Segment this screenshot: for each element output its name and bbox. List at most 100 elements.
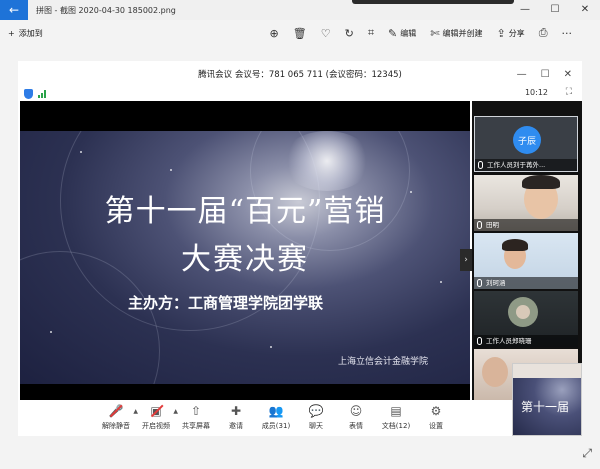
print-icon[interactable]: ⎙ (539, 26, 548, 40)
slide: 第十一届“百元”营销 大赛决赛 主办方：工商管理学院团学联 上海立信会计金融学院 (20, 131, 470, 384)
shield-icon (24, 89, 33, 99)
star (170, 169, 172, 171)
chat-icon: 💬 (308, 404, 324, 418)
chevron-right-icon: › (464, 255, 468, 265)
members-button[interactable]: 👥 成员(31) (256, 403, 296, 431)
document-icon: ▤ (390, 404, 402, 418)
signal-icon (38, 90, 46, 98)
mute-button[interactable]: 🎤 解除静音 ▲ (96, 403, 138, 431)
collapse-participants-button[interactable]: › (460, 249, 472, 271)
add-to-button[interactable]: + 添加到 (8, 28, 43, 39)
pip-header (513, 364, 581, 378)
plus-icon: + (8, 28, 15, 38)
share-screen-label: 共享屏幕 (182, 422, 210, 430)
maximize-button[interactable]: ☐ (540, 0, 570, 20)
participant-video (482, 357, 508, 387)
participant-list: 子辰 工作人员刘于苒外... 田明 刘珂涵 工作人员郑晓珊 (472, 101, 582, 400)
image-frame: 腾讯会议 会议号：781 065 711 (会议密码：12345) — ☐ ✕ … (18, 61, 582, 436)
participant-hair (502, 239, 528, 251)
participant-name: 田明 (486, 221, 499, 229)
meeting-maximize-icon[interactable]: ☐ (541, 69, 550, 80)
mic-icon (478, 161, 483, 169)
participant-tile[interactable]: 工作人员郑晓珊 (474, 291, 578, 347)
reaction-button[interactable]: ☺ 表情 (336, 403, 376, 431)
back-arrow-icon: ← (8, 3, 20, 17)
star (80, 151, 82, 153)
more-icon[interactable]: ··· (562, 27, 573, 40)
expand-icon[interactable]: ⤢ (582, 446, 592, 461)
meeting-toolbar: 🎤 解除静音 ▲ ▣ 开启视频 ▲ ⇧ 共享屏幕 ✚ 邀请 👥 成员(31) 💬… (18, 400, 582, 436)
star (50, 331, 52, 333)
fullscreen-icon[interactable]: ⛶ (566, 87, 572, 97)
chat-button[interactable]: 💬 聊天 (296, 403, 336, 431)
mic-icon (477, 221, 482, 229)
invite-button[interactable]: ✚ 邀请 (216, 403, 256, 431)
smile-icon: ☺ (349, 404, 363, 418)
slide-organizer: 主办方：工商管理学院团学联 (128, 294, 324, 312)
rotate-icon[interactable]: ↻ (345, 27, 354, 40)
mic-off-icon: 🎤 (108, 404, 124, 418)
docs-label: 文档(12) (381, 422, 411, 430)
share-button[interactable]: ⇪ 分享 (496, 27, 524, 40)
back-button[interactable]: ← (0, 0, 28, 20)
participant-face (516, 305, 530, 319)
members-label: 成员(31) (261, 422, 291, 430)
pip-text: 第十一届 (521, 400, 570, 414)
title-bar: ← 拼图 - 截图 2020-04-30 185002.png — ☐ ✕ (0, 0, 600, 20)
members-icon: 👥 (268, 404, 284, 418)
edit-button[interactable]: ✎ 编辑 (388, 27, 416, 40)
meeting-time: 10:12 (524, 88, 548, 97)
slide-footer: 上海立信会计金融学院 (338, 357, 429, 367)
mute-label: 解除静音 (102, 422, 130, 430)
shared-screen: 第十一届“百元”营销 大赛决赛 主办方：工商管理学院团学联 上海立信会计金融学院… (20, 101, 472, 400)
video-button[interactable]: ▣ 开启视频 ▲ (136, 403, 178, 431)
pip-thumbnail[interactable]: 第十一届 (512, 363, 582, 436)
edit-create-label: 编辑并创建 (442, 28, 483, 38)
participant-name: 工作人员刘于苒外... (487, 161, 546, 169)
chat-label: 聊天 (309, 422, 323, 430)
zoom-in-icon[interactable]: ⊕ (270, 27, 279, 40)
edit-label: 编辑 (400, 28, 417, 38)
edit-create-button[interactable]: ✄ 编辑并创建 (430, 27, 482, 40)
invite-icon: ✚ (230, 404, 242, 418)
minimize-button[interactable]: — (510, 0, 540, 20)
invite-label: 邀请 (229, 422, 243, 430)
add-to-label: 添加到 (18, 28, 43, 38)
video-label: 开启视频 (142, 422, 170, 430)
edit-icon: ✎ (388, 26, 398, 40)
settings-button[interactable]: ⚙ 设置 (416, 403, 456, 431)
star (270, 346, 272, 348)
video-off-icon: ▣ (150, 404, 162, 418)
reaction-label: 表情 (349, 422, 363, 430)
slide-subtitle: 大赛决赛 (181, 242, 309, 277)
docs-button[interactable]: ▤ 文档(12) (376, 403, 416, 431)
participant-hair (522, 175, 560, 189)
heart-icon[interactable]: ♡ (321, 27, 331, 40)
share-screen-icon: ⇧ (190, 404, 202, 418)
gear-icon: ⚙ (430, 404, 442, 418)
star (440, 281, 442, 283)
share-screen-button[interactable]: ⇧ 共享屏幕 (176, 403, 216, 431)
meeting-header: 腾讯会议 会议号：781 065 711 (会议密码：12345) — ☐ ✕ (18, 61, 582, 87)
participant-tile[interactable]: 田明 (474, 175, 578, 231)
share-label: 分享 (508, 28, 525, 38)
meeting-info: 腾讯会议 会议号：781 065 711 (会议密码：12345) (198, 70, 402, 80)
meeting-close-icon[interactable]: ✕ (564, 69, 572, 80)
top-strip (352, 0, 514, 4)
delete-icon[interactable]: 🗑 (293, 27, 307, 40)
slide-title: 第十一届“百元”营销 (104, 194, 386, 229)
window-title: 拼图 - 截图 2020-04-30 185002.png (36, 5, 176, 15)
create-icon: ✄ (430, 26, 440, 40)
crop-icon[interactable]: ⌗ (368, 26, 374, 40)
avatar: 子辰 (513, 126, 541, 154)
viewer-toolbar: + 添加到 ⊕ 🗑 ♡ ↻ ⌗ ✎ 编辑 ✄ 编辑并创建 ⇪ 分享 ⎙ ··· (0, 20, 600, 46)
meeting-status-bar: 10:12 ⛶ (18, 87, 582, 101)
share-icon: ⇪ (496, 26, 506, 40)
participant-name: 工作人员郑晓珊 (486, 337, 532, 345)
close-button[interactable]: ✕ (570, 0, 600, 20)
participant-tile[interactable]: 子辰 工作人员刘于苒外... (474, 116, 578, 172)
participant-tile[interactable]: 刘珂涵 (474, 233, 578, 289)
mic-icon (477, 337, 482, 345)
meeting-minimize-icon[interactable]: — (517, 69, 527, 80)
participant-name: 刘珂涵 (486, 279, 506, 287)
